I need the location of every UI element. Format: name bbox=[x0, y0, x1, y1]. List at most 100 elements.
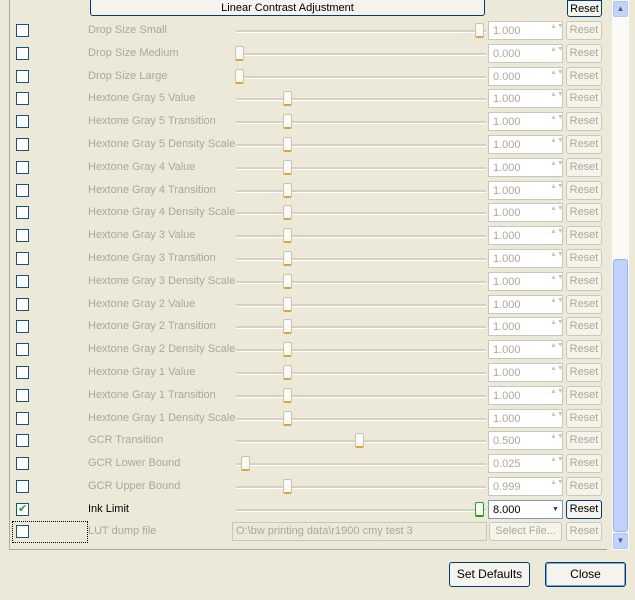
setting-reset-button[interactable]: Reset bbox=[566, 66, 602, 86]
slider-thumb[interactable] bbox=[283, 182, 292, 198]
slider-track[interactable] bbox=[236, 349, 486, 353]
set-defaults-button[interactable]: Set Defaults bbox=[449, 562, 530, 587]
slider-thumb[interactable] bbox=[235, 45, 244, 61]
slider-track[interactable] bbox=[236, 508, 486, 512]
spinner-arrows-icon[interactable]: ▼ bbox=[550, 502, 561, 517]
slider-thumb[interactable] bbox=[283, 296, 292, 312]
value-spinner[interactable]: 0.025 ▲▼ bbox=[488, 454, 564, 474]
setting-checkbox[interactable] bbox=[16, 92, 29, 106]
value-spinner[interactable]: 1.000 ▲▼ bbox=[488, 363, 564, 382]
setting-reset-button[interactable]: Reset bbox=[566, 454, 602, 474]
value-spinner[interactable]: 0.000 ▲▼ bbox=[488, 43, 564, 63]
slider-track[interactable] bbox=[236, 166, 486, 170]
slider-thumb[interactable] bbox=[241, 456, 250, 472]
slider-track[interactable] bbox=[236, 463, 486, 467]
setting-reset-button[interactable]: Reset bbox=[566, 340, 602, 360]
slider-thumb[interactable] bbox=[283, 387, 292, 403]
slider-track[interactable] bbox=[236, 394, 486, 398]
slider-thumb[interactable] bbox=[283, 251, 292, 266]
spinner-arrows-icon[interactable]: ▲▼ bbox=[550, 251, 564, 266]
setting-checkbox[interactable] bbox=[16, 366, 29, 379]
linear-contrast-adjustment-button[interactable]: Linear Contrast Adjustment bbox=[90, 0, 485, 16]
slider-track[interactable] bbox=[236, 417, 486, 421]
spinner-arrows-icon[interactable]: ▲▼ bbox=[550, 456, 564, 471]
slider-track[interactable] bbox=[236, 326, 486, 330]
setting-reset-button[interactable]: Reset bbox=[566, 431, 602, 451]
setting-checkbox[interactable] bbox=[16, 297, 29, 311]
value-spinner[interactable]: 1.000 ▲▼ bbox=[488, 408, 564, 428]
setting-checkbox[interactable] bbox=[16, 502, 29, 516]
value-spinner[interactable]: 1.000 ▲▼ bbox=[488, 226, 564, 246]
spinner-arrows-icon[interactable]: ▲▼ bbox=[550, 479, 564, 494]
slider-track[interactable] bbox=[236, 280, 486, 284]
slider-track[interactable] bbox=[236, 30, 486, 33]
slider-thumb[interactable] bbox=[283, 159, 292, 175]
setting-checkbox[interactable] bbox=[16, 229, 29, 243]
slider-track[interactable] bbox=[236, 303, 486, 307]
setting-checkbox[interactable] bbox=[16, 46, 29, 60]
slider-track[interactable] bbox=[236, 144, 486, 147]
value-spinner[interactable]: 1.000 ▲▼ bbox=[488, 294, 564, 314]
slider-track[interactable] bbox=[236, 121, 486, 125]
spinner-arrows-icon[interactable]: ▲▼ bbox=[550, 46, 564, 61]
spinner-arrows-icon[interactable]: ▲▼ bbox=[550, 69, 564, 84]
setting-reset-button[interactable]: Reset bbox=[566, 203, 602, 223]
scroll-up-arrow-icon[interactable]: ▲ bbox=[613, 1, 628, 17]
slider-track[interactable] bbox=[236, 189, 486, 193]
slider-thumb[interactable] bbox=[283, 137, 292, 152]
spinner-arrows-icon[interactable]: ▲▼ bbox=[550, 297, 564, 312]
setting-checkbox[interactable] bbox=[16, 183, 29, 197]
slider-track[interactable] bbox=[236, 372, 486, 375]
spinner-arrows-icon[interactable]: ▲▼ bbox=[550, 411, 564, 426]
slider-thumb[interactable] bbox=[283, 479, 292, 494]
slider-thumb[interactable] bbox=[283, 273, 292, 289]
vertical-scrollbar[interactable]: ▲ ▼ bbox=[611, 0, 629, 550]
slider-track[interactable] bbox=[236, 486, 486, 489]
slider-thumb[interactable] bbox=[283, 410, 292, 426]
value-spinner[interactable]: 1.000 ▲▼ bbox=[488, 157, 564, 177]
slider-track[interactable] bbox=[236, 98, 486, 102]
setting-reset-button[interactable]: Reset bbox=[566, 317, 602, 337]
setting-checkbox[interactable] bbox=[16, 343, 29, 357]
slider-thumb[interactable] bbox=[355, 433, 364, 449]
linear-contrast-reset-button[interactable]: Reset bbox=[567, 0, 602, 17]
value-spinner[interactable]: 1.000 ▲▼ bbox=[488, 135, 564, 154]
slider-thumb[interactable] bbox=[283, 205, 292, 221]
value-spinner[interactable]: 1.000 ▲▼ bbox=[488, 112, 564, 132]
value-spinner[interactable]: 8.000 ▼ bbox=[488, 499, 563, 519]
setting-checkbox[interactable] bbox=[16, 434, 29, 448]
slider-track[interactable] bbox=[236, 75, 486, 79]
spinner-arrows-icon[interactable]: ▲▼ bbox=[550, 137, 564, 152]
slider-thumb[interactable] bbox=[283, 228, 292, 244]
setting-checkbox[interactable] bbox=[16, 320, 29, 334]
setting-reset-button[interactable]: Reset bbox=[566, 135, 602, 154]
slider-thumb[interactable] bbox=[475, 501, 484, 517]
lut-dump-checkbox[interactable] bbox=[16, 525, 29, 538]
value-spinner[interactable]: 1.000 ▲▼ bbox=[488, 340, 564, 360]
value-spinner[interactable]: 0.500 ▲▼ bbox=[488, 431, 564, 451]
spinner-arrows-icon[interactable]: ▲▼ bbox=[550, 114, 564, 129]
setting-checkbox[interactable] bbox=[16, 69, 29, 83]
value-spinner[interactable]: 1.000 ▲▼ bbox=[488, 271, 564, 291]
spinner-arrows-icon[interactable]: ▲▼ bbox=[550, 228, 564, 243]
setting-reset-button[interactable]: Reset bbox=[566, 477, 602, 496]
spinner-arrows-icon[interactable]: ▲▼ bbox=[550, 91, 564, 106]
value-spinner[interactable]: 1.000 ▲▼ bbox=[488, 317, 564, 337]
spinner-arrows-icon[interactable]: ▲▼ bbox=[550, 342, 564, 357]
slider-thumb[interactable] bbox=[283, 365, 292, 380]
setting-reset-button[interactable]: Reset bbox=[566, 363, 602, 382]
setting-checkbox[interactable] bbox=[16, 388, 29, 402]
spinner-arrows-icon[interactable]: ▲▼ bbox=[550, 319, 564, 334]
slider-thumb[interactable] bbox=[283, 319, 292, 335]
value-spinner[interactable]: 0.000 ▲▼ bbox=[488, 66, 564, 86]
setting-checkbox[interactable] bbox=[16, 206, 29, 220]
slider-thumb[interactable] bbox=[475, 23, 484, 38]
spinner-arrows-icon[interactable]: ▲▼ bbox=[550, 388, 564, 403]
setting-reset-button[interactable]: Reset bbox=[566, 180, 602, 200]
setting-checkbox[interactable] bbox=[16, 411, 29, 425]
spinner-arrows-icon[interactable]: ▲▼ bbox=[550, 274, 564, 289]
setting-checkbox[interactable] bbox=[16, 24, 29, 37]
setting-reset-button[interactable]: Reset bbox=[566, 294, 602, 314]
slider-track[interactable] bbox=[236, 235, 486, 239]
scroll-down-arrow-icon[interactable]: ▼ bbox=[613, 533, 628, 549]
